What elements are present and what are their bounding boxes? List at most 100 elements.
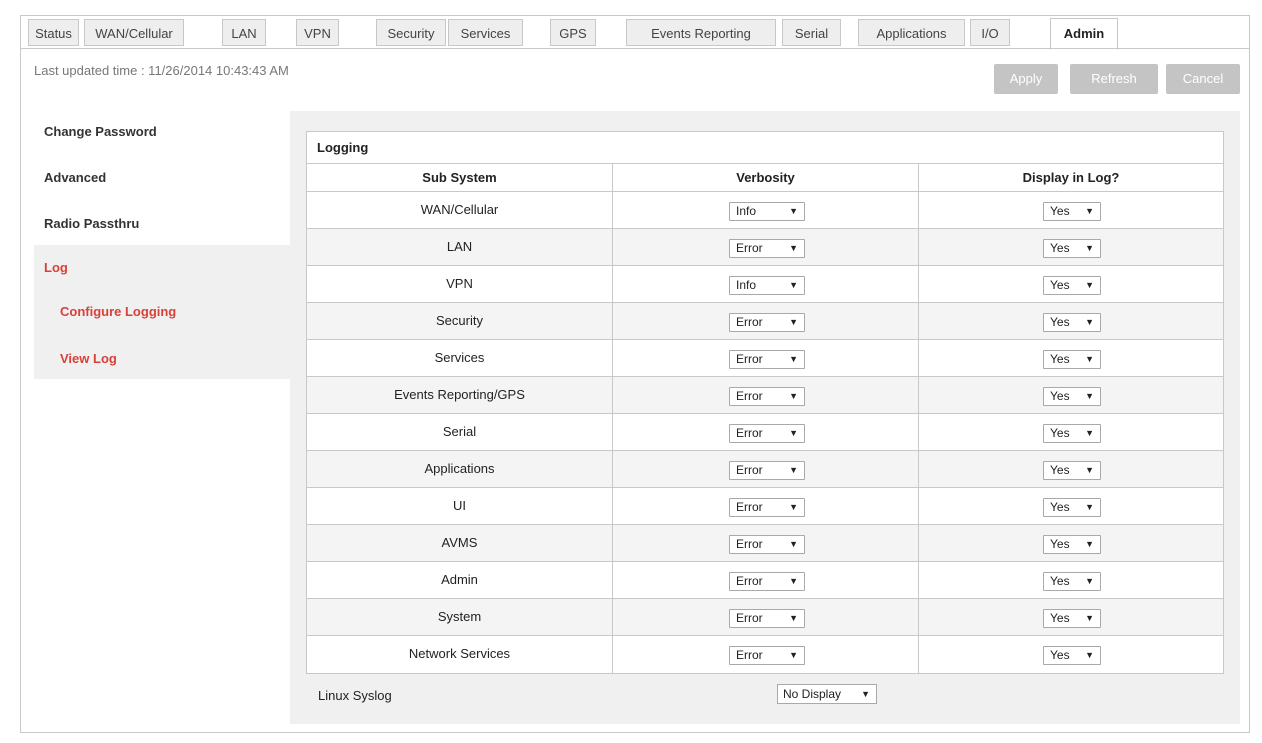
- verbosity-select[interactable]: Error ▼: [729, 535, 805, 554]
- verbosity-value: Error: [736, 574, 763, 588]
- display-in-log-select[interactable]: Yes ▼: [1043, 609, 1101, 628]
- chevron-down-icon: ▼: [1085, 650, 1094, 660]
- display-in-log-select[interactable]: Yes ▼: [1043, 646, 1101, 665]
- display-in-log-select[interactable]: Yes ▼: [1043, 572, 1101, 591]
- tab-admin[interactable]: Admin: [1050, 18, 1118, 50]
- sidebar-item-configure-logging[interactable]: Configure Logging: [34, 304, 290, 319]
- linux-syslog-label: Linux Syslog: [318, 688, 392, 703]
- tab-serial[interactable]: Serial: [782, 19, 841, 46]
- logging-table: Logging Sub System Verbosity Display in …: [306, 131, 1224, 674]
- tab-services[interactable]: Services: [448, 19, 523, 46]
- chevron-down-icon: ▼: [1085, 576, 1094, 586]
- tab-security[interactable]: Security: [376, 19, 446, 46]
- table-row: Network Services Error ▼ Yes ▼: [307, 636, 1223, 673]
- verbosity-select[interactable]: Error ▼: [729, 646, 805, 665]
- verbosity-select[interactable]: Error ▼: [729, 350, 805, 369]
- header-sub-system: Sub System: [307, 164, 613, 191]
- table-row: Security Error ▼ Yes ▼: [307, 303, 1223, 340]
- sub-system-cell: VPN: [307, 266, 613, 302]
- chevron-down-icon: ▼: [1085, 354, 1094, 364]
- sub-system-cell: Events Reporting/GPS: [307, 377, 613, 413]
- chevron-down-icon: ▼: [789, 391, 798, 401]
- chevron-down-icon: ▼: [789, 650, 798, 660]
- chevron-down-icon: ▼: [789, 576, 798, 586]
- cancel-button[interactable]: Cancel: [1166, 64, 1240, 94]
- display-cell: Yes ▼: [919, 414, 1223, 450]
- display-in-log-value: Yes: [1050, 537, 1070, 551]
- sidebar-item-radio-passthru[interactable]: Radio Passthru: [34, 216, 290, 231]
- sidebar-item-change-password[interactable]: Change Password: [34, 124, 290, 139]
- display-in-log-select[interactable]: Yes ▼: [1043, 498, 1101, 517]
- display-cell: Yes ▼: [919, 377, 1223, 413]
- sidebar-item-log[interactable]: Log: [34, 260, 290, 275]
- display-in-log-value: Yes: [1050, 241, 1070, 255]
- verbosity-cell: Info ▼: [613, 192, 919, 228]
- sub-system-cell: System: [307, 599, 613, 635]
- tab-events-reporting[interactable]: Events Reporting: [626, 19, 776, 46]
- verbosity-value: Error: [736, 352, 763, 366]
- tab-lan[interactable]: LAN: [222, 19, 266, 46]
- display-in-log-select[interactable]: Yes ▼: [1043, 424, 1101, 443]
- verbosity-select[interactable]: Error ▼: [729, 239, 805, 258]
- display-in-log-select[interactable]: Yes ▼: [1043, 387, 1101, 406]
- sidebar-item-view-log[interactable]: View Log: [34, 351, 290, 366]
- sidebar-item-advanced[interactable]: Advanced: [34, 170, 290, 185]
- tab-status[interactable]: Status: [28, 19, 79, 46]
- chevron-down-icon: ▼: [1085, 613, 1094, 623]
- chevron-down-icon: ▼: [789, 354, 798, 364]
- verbosity-select[interactable]: Error ▼: [729, 387, 805, 406]
- display-cell: Yes ▼: [919, 451, 1223, 487]
- verbosity-value: Error: [736, 426, 763, 440]
- verbosity-cell: Error ▼: [613, 451, 919, 487]
- display-cell: Yes ▼: [919, 525, 1223, 561]
- verbosity-select[interactable]: Error ▼: [729, 609, 805, 628]
- tab-applications[interactable]: Applications: [858, 19, 965, 46]
- sub-system-cell: Security: [307, 303, 613, 339]
- sub-system-cell: Network Services: [307, 636, 613, 673]
- display-in-log-select[interactable]: Yes ▼: [1043, 350, 1101, 369]
- verbosity-select[interactable]: Error ▼: [729, 461, 805, 480]
- verbosity-select[interactable]: Error ▼: [729, 424, 805, 443]
- refresh-button[interactable]: Refresh: [1070, 64, 1158, 94]
- verbosity-select[interactable]: Error ▼: [729, 313, 805, 332]
- display-cell: Yes ▼: [919, 303, 1223, 339]
- verbosity-cell: Error ▼: [613, 488, 919, 524]
- display-cell: Yes ▼: [919, 192, 1223, 228]
- sub-system-cell: Admin: [307, 562, 613, 598]
- display-cell: Yes ▼: [919, 229, 1223, 265]
- logging-table-header: Sub System Verbosity Display in Log?: [307, 164, 1223, 192]
- tab-vpn[interactable]: VPN: [296, 19, 339, 46]
- tab-io[interactable]: I/O: [970, 19, 1010, 46]
- table-row: System Error ▼ Yes ▼: [307, 599, 1223, 636]
- chevron-down-icon: ▼: [1085, 539, 1094, 549]
- display-in-log-select[interactable]: Yes ▼: [1043, 313, 1101, 332]
- table-row: WAN/Cellular Info ▼ Yes ▼: [307, 192, 1223, 229]
- chevron-down-icon: ▼: [1085, 465, 1094, 475]
- verbosity-select[interactable]: Info ▼: [729, 202, 805, 221]
- table-row: Services Error ▼ Yes ▼: [307, 340, 1223, 377]
- apply-button[interactable]: Apply: [994, 64, 1058, 94]
- display-in-log-select[interactable]: Yes ▼: [1043, 461, 1101, 480]
- linux-syslog-select[interactable]: No Display ▼: [777, 684, 877, 704]
- display-in-log-select[interactable]: Yes ▼: [1043, 202, 1101, 221]
- chevron-down-icon: ▼: [789, 280, 798, 290]
- table-row: Applications Error ▼ Yes ▼: [307, 451, 1223, 488]
- chevron-down-icon: ▼: [789, 317, 798, 327]
- last-updated-time: Last updated time : 11/26/2014 10:43:43 …: [34, 63, 289, 78]
- chevron-down-icon: ▼: [1085, 206, 1094, 216]
- tab-gps[interactable]: GPS: [550, 19, 596, 46]
- tab-wan-cellular[interactable]: WAN/Cellular: [84, 19, 184, 46]
- verbosity-select[interactable]: Info ▼: [729, 276, 805, 295]
- verbosity-select[interactable]: Error ▼: [729, 498, 805, 517]
- chevron-down-icon: ▼: [789, 428, 798, 438]
- display-in-log-select[interactable]: Yes ▼: [1043, 276, 1101, 295]
- display-in-log-value: Yes: [1050, 463, 1070, 477]
- verbosity-select[interactable]: Error ▼: [729, 572, 805, 591]
- display-in-log-select[interactable]: Yes ▼: [1043, 239, 1101, 258]
- verbosity-value: Error: [736, 463, 763, 477]
- display-in-log-value: Yes: [1050, 426, 1070, 440]
- top-tab-bar: Status WAN/Cellular LAN VPN Security Ser…: [20, 15, 1250, 50]
- display-in-log-select[interactable]: Yes ▼: [1043, 535, 1101, 554]
- verbosity-cell: Error ▼: [613, 525, 919, 561]
- display-in-log-value: Yes: [1050, 500, 1070, 514]
